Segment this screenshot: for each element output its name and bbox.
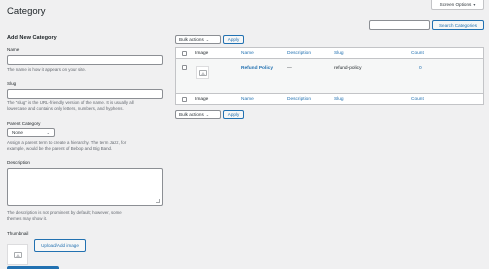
row-slug: refund-policy: [334, 66, 362, 71]
chevron-down-icon: ⌄: [205, 112, 210, 117]
parent-category-label: Parent Category: [7, 121, 41, 126]
column-description[interactable]: Description: [287, 51, 311, 56]
page-title: Category: [7, 6, 46, 17]
slug-label: Slug: [7, 81, 17, 86]
row-name-link[interactable]: Refund Policy: [241, 66, 273, 71]
footer-column-image: Image: [195, 97, 209, 102]
bulk-actions-label: Bulk actions: [179, 37, 204, 42]
bulk-actions-label: Bulk actions: [179, 112, 204, 117]
parent-category-select[interactable]: None ⌄: [7, 128, 55, 137]
footer-column-count[interactable]: Count: [411, 97, 424, 102]
description-help-line-2: themes may show it.: [7, 216, 48, 221]
column-image: Image: [195, 51, 209, 56]
table-footer: Image Name Description Slug Count: [176, 93, 483, 104]
chevron-down-icon: ⌄: [46, 130, 50, 135]
resize-handle-icon[interactable]: [156, 199, 160, 203]
apply-button-top[interactable]: Apply: [223, 35, 244, 44]
description-label: Description: [7, 160, 30, 165]
upload-add-image-button[interactable]: Upload/Add image: [34, 239, 86, 252]
bulk-actions-select-top[interactable]: Bulk actions ⌄: [175, 35, 221, 44]
slug-field[interactable]: [7, 89, 163, 99]
screen-options-label: Screen Options: [439, 2, 472, 7]
name-help-text: The name is how it appears on your site.: [7, 67, 87, 72]
name-label: Name: [7, 47, 20, 52]
row-checkbox[interactable]: [182, 65, 187, 70]
row-count-link[interactable]: 0: [419, 66, 422, 71]
parent-category-value: None: [12, 130, 23, 135]
parent-help-line-2: example, would be the parent of Bebop an…: [7, 146, 113, 151]
row-thumbnail: [196, 66, 209, 79]
caret-down-icon: ▾: [473, 2, 476, 7]
footer-column-description[interactable]: Description: [287, 97, 311, 102]
image-placeholder-icon: [198, 69, 207, 76]
table-header: Image Name Description Slug Count: [176, 48, 483, 59]
column-slug[interactable]: Slug: [334, 51, 344, 56]
table-row: Refund Policy — refund-policy 0: [176, 59, 483, 93]
slug-help-line-2: lowercase and contains only letters, num…: [7, 106, 124, 111]
apply-button-bottom[interactable]: Apply: [223, 110, 244, 119]
thumbnail-label: Thumbnail: [7, 231, 29, 236]
footer-column-slug[interactable]: Slug: [334, 97, 344, 102]
row-description: —: [287, 66, 292, 71]
name-field[interactable]: [7, 55, 163, 65]
description-textarea[interactable]: [7, 168, 163, 206]
chevron-down-icon: ⌄: [205, 37, 210, 42]
column-count[interactable]: Count: [411, 51, 424, 56]
footer-column-name[interactable]: Name: [241, 97, 254, 102]
thumbnail-preview: [7, 244, 28, 265]
search-input[interactable]: [369, 20, 430, 30]
search-categories-button[interactable]: Search Categories: [432, 20, 484, 30]
categories-table: Image Name Description Slug Count Refund…: [175, 47, 484, 105]
screen-options-button[interactable]: Screen Options ▾: [431, 0, 484, 10]
column-name[interactable]: Name: [241, 51, 254, 56]
add-new-category-heading: Add New Category: [7, 35, 57, 41]
select-all-checkbox[interactable]: [182, 51, 187, 56]
bulk-actions-select-bottom[interactable]: Bulk actions ⌄: [175, 110, 221, 119]
select-all-checkbox-footer[interactable]: [182, 97, 187, 102]
image-placeholder-icon: [13, 251, 22, 258]
